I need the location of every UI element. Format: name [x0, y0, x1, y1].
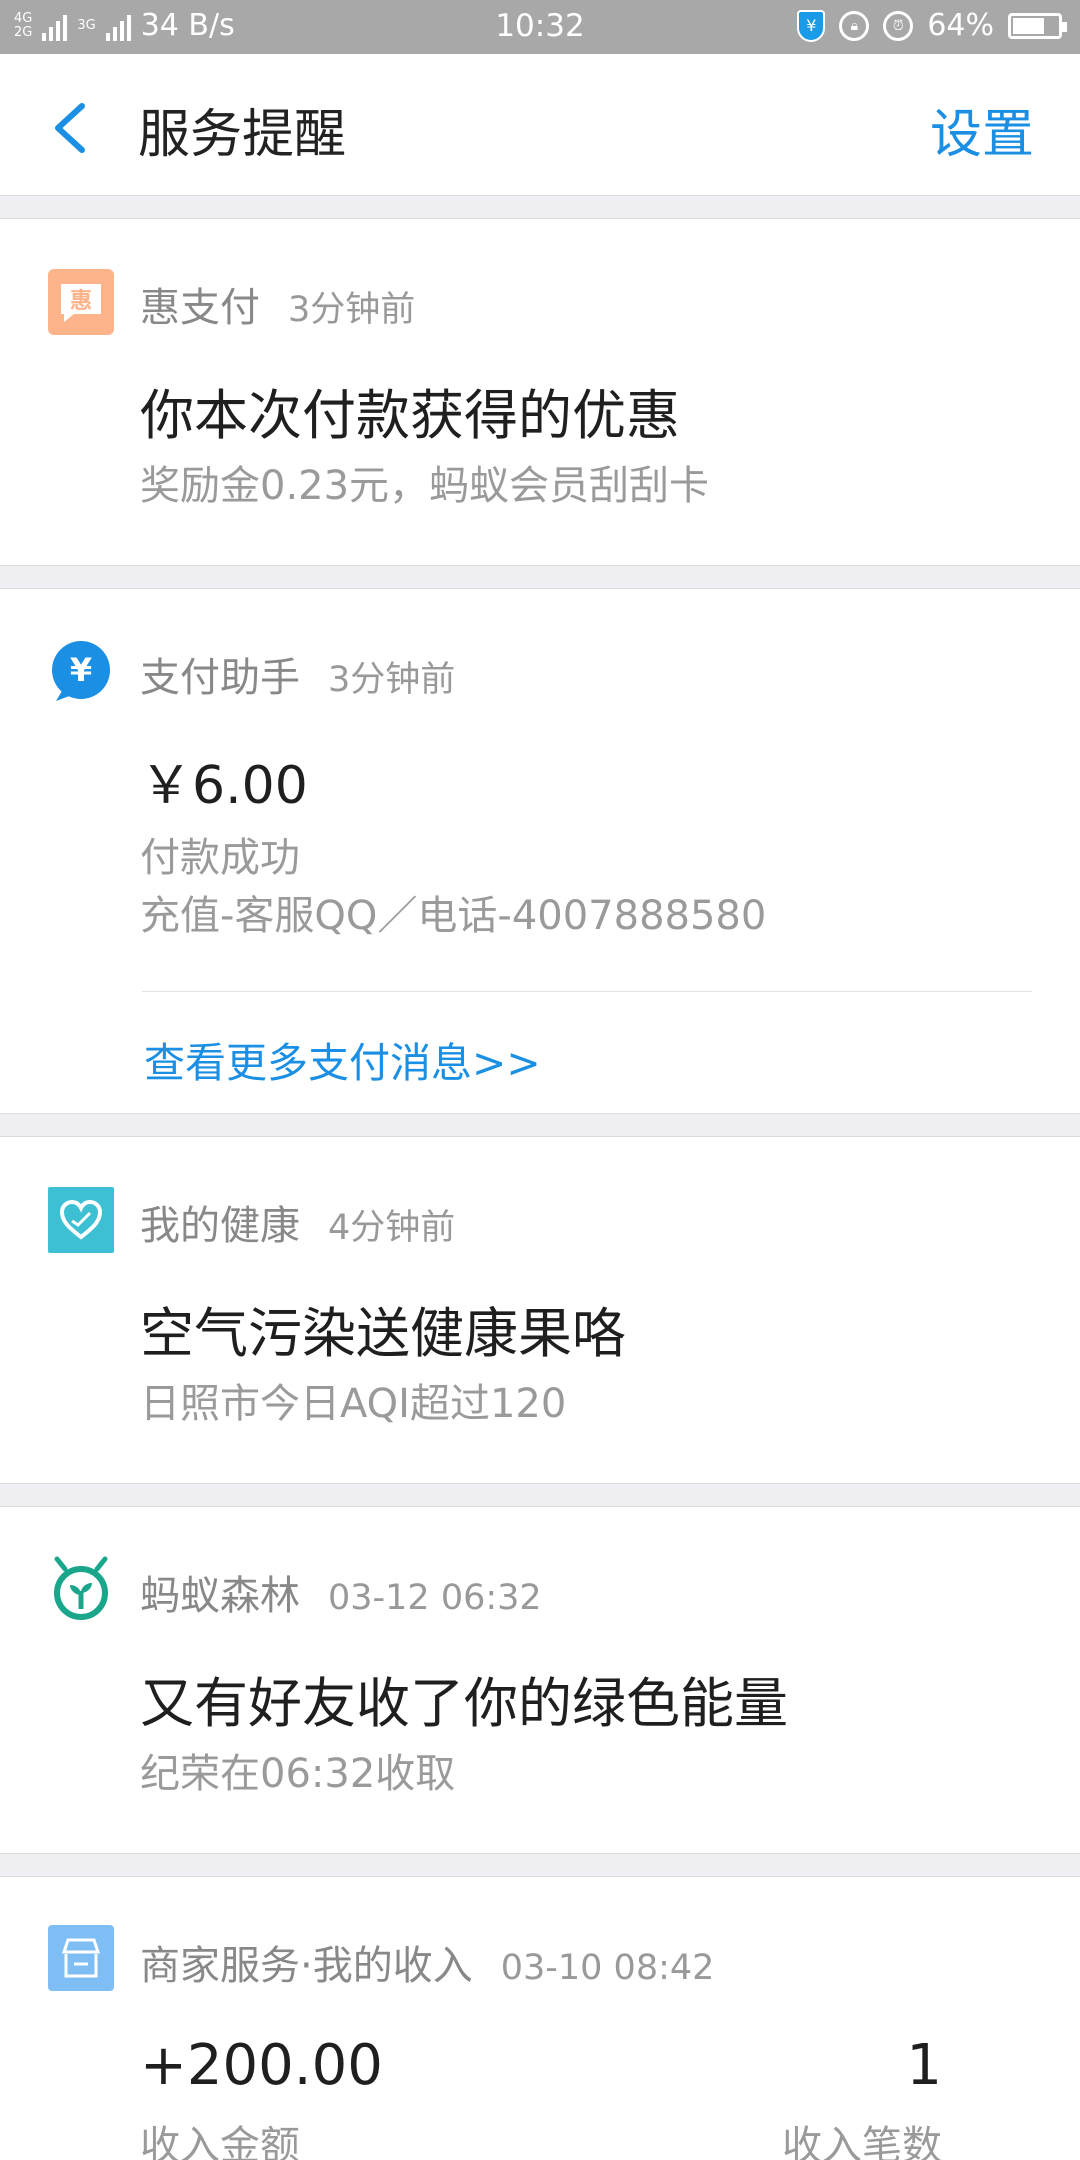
- card-header: 商家服务·我的收入 03-10 08:42: [140, 1933, 714, 1991]
- payment-amount: ￥6.00: [140, 756, 308, 816]
- hui-pay-icon: 惠: [48, 269, 114, 335]
- message-title: 空气污染送健康果咯: [140, 1302, 626, 1365]
- timestamp: 03-12 06:32: [328, 1578, 542, 1618]
- navigation-header: 服务提醒 设置: [0, 54, 1080, 196]
- service-reminder-screen: 4G 2G 3G 34 B/s 10:32 ¥ 🔒︎ ⏰︎ 64% 服务提醒 设…: [0, 0, 1080, 2160]
- card-header: 惠支付 3分钟前: [140, 275, 415, 333]
- status-bar: 4G 2G 3G 34 B/s 10:32 ¥ 🔒︎ ⏰︎ 64%: [0, 0, 1080, 54]
- message-card-ant-forest[interactable]: 蚂蚁森林 03-12 06:32 又有好友收了你的绿色能量 纪荣在06:32收取: [0, 1506, 1080, 1854]
- svg-text:¥: ¥: [70, 651, 92, 689]
- timestamp: 4分钟前: [328, 1208, 456, 1248]
- page-title: 服务提醒: [138, 105, 347, 165]
- message-card-merchant-income[interactable]: 商家服务·我的收入 03-10 08:42 +200.00 收入金额 1 收入笔数: [0, 1876, 1080, 2160]
- divider: [142, 991, 1032, 992]
- security-shield-icon: ¥: [797, 9, 826, 42]
- message-subtitle: 纪荣在06:32收取: [140, 1751, 456, 1797]
- svg-text:惠: 惠: [70, 289, 92, 314]
- settings-button[interactable]: 设置: [930, 92, 1034, 167]
- ant-forest-icon: [48, 1555, 114, 1621]
- app-name: 我的健康: [140, 1203, 300, 1249]
- app-name: 商家服务·我的收入: [140, 1943, 473, 1989]
- more-payment-messages-link[interactable]: 查看更多支付消息>>: [144, 1029, 541, 1089]
- message-title: 你本次付款获得的优惠: [140, 384, 680, 447]
- message-card-pay-assistant[interactable]: ¥ 支付助手 3分钟前 ￥6.00 付款成功 充值-客服QQ／电话-4007888…: [0, 588, 1080, 1114]
- battery-icon: [1008, 12, 1067, 39]
- income-amount-label: 收入金额: [140, 2123, 300, 2160]
- income-amount: +200.00: [140, 2033, 383, 2098]
- message-card-hui-pay[interactable]: 惠 惠支付 3分钟前 你本次付款获得的优惠 奖励金0.23元，蚂蚁会员刮刮卡: [0, 218, 1080, 566]
- alarm-icon: ⏰︎: [883, 10, 914, 41]
- payment-status: 付款成功: [140, 835, 300, 881]
- heart-icon: [48, 1187, 114, 1253]
- app-name: 支付助手: [140, 655, 300, 701]
- card-header: 支付助手 3分钟前: [140, 645, 455, 703]
- message-subtitle: 奖励金0.23元，蚂蚁会员刮刮卡: [140, 463, 710, 509]
- app-name: 惠支付: [140, 285, 260, 331]
- shop-icon: [48, 1925, 114, 1991]
- battery-level: [1013, 17, 1044, 34]
- yuan-icon: ¥: [48, 639, 114, 705]
- message-title: 又有好友收了你的绿色能量: [140, 1672, 788, 1735]
- timestamp: 03-10 08:42: [500, 1948, 715, 1988]
- card-header: 我的健康 4分钟前: [140, 1193, 455, 1251]
- message-subtitle: 日照市今日AQI超过120: [140, 1381, 567, 1427]
- message-card-health[interactable]: 我的健康 4分钟前 空气污染送健康果咯 日照市今日AQI超过120: [0, 1136, 1080, 1484]
- timestamp: 3分钟前: [288, 290, 416, 330]
- battery-percent: 64%: [927, 8, 994, 43]
- payment-merchant: 充值-客服QQ／电话-4007888580: [140, 893, 767, 939]
- rotation-lock-icon: 🔒︎: [839, 10, 870, 41]
- app-name: 蚂蚁森林: [140, 1573, 300, 1619]
- back-arrow-icon[interactable]: [48, 98, 98, 158]
- income-count: 1: [906, 2033, 942, 2098]
- income-count-label: 收入笔数: [782, 2123, 942, 2160]
- status-right: ¥ 🔒︎ ⏰︎ 64%: [797, 8, 1067, 43]
- card-header: 蚂蚁森林 03-12 06:32: [140, 1563, 542, 1621]
- timestamp: 3分钟前: [328, 660, 456, 700]
